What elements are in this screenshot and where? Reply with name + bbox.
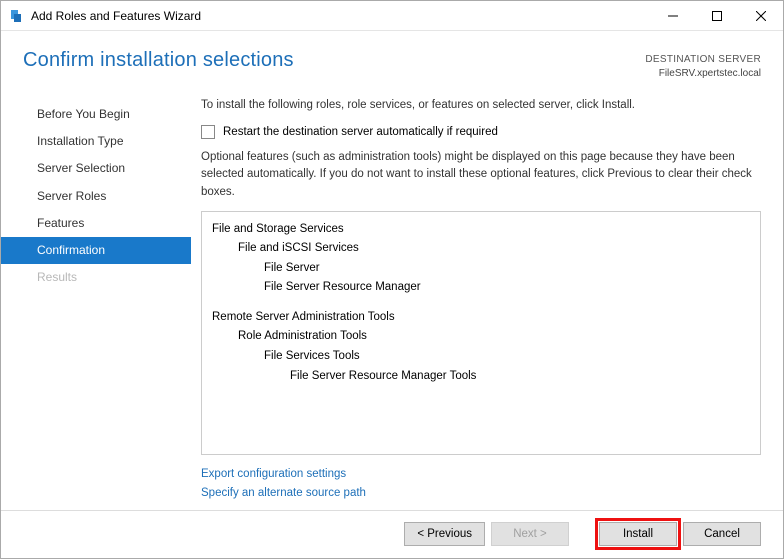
next-button: Next > xyxy=(491,522,569,546)
close-button[interactable] xyxy=(739,1,783,31)
feature-list: File and Storage ServicesFile and iSCSI … xyxy=(201,211,761,455)
install-button[interactable]: Install xyxy=(599,522,677,546)
nav-item-server-selection[interactable]: Server Selection xyxy=(1,155,191,182)
restart-checkbox-label: Restart the destination server automatic… xyxy=(223,126,498,138)
nav-item-before-you-begin[interactable]: Before You Begin xyxy=(1,101,191,128)
feature-item: File Server Resource Manager Tools xyxy=(212,367,750,387)
nav-item-server-roles[interactable]: Server Roles xyxy=(1,183,191,210)
window-title: Add Roles and Features Wizard xyxy=(31,9,201,23)
feature-item: Remote Server Administration Tools xyxy=(212,308,750,328)
feature-item: File Server xyxy=(212,259,750,279)
footer: < Previous Next > Install Cancel xyxy=(1,510,783,558)
feature-item: File Server Resource Manager xyxy=(212,278,750,298)
nav-item-features[interactable]: Features xyxy=(1,210,191,237)
export-link[interactable]: Export configuration settings xyxy=(201,465,761,483)
nav-item-installation-type[interactable]: Installation Type xyxy=(1,128,191,155)
destination-name: FileSRV.xpertstec.local xyxy=(645,67,761,81)
header: Confirm installation selections DESTINAT… xyxy=(1,31,783,93)
links: Export configuration settings Specify an… xyxy=(201,455,761,506)
destination-label: DESTINATION SERVER xyxy=(645,53,761,67)
feature-item: File Services Tools xyxy=(212,347,750,367)
app-icon xyxy=(9,8,25,24)
intro-text: To install the following roles, role ser… xyxy=(201,99,761,111)
optional-note: Optional features (such as administratio… xyxy=(201,149,761,201)
content: To install the following roles, role ser… xyxy=(191,93,783,510)
source-path-link[interactable]: Specify an alternate source path xyxy=(201,484,761,502)
maximize-button[interactable] xyxy=(695,1,739,31)
cancel-button[interactable]: Cancel xyxy=(683,522,761,546)
nav-item-confirmation[interactable]: Confirmation xyxy=(1,237,191,264)
body: Before You BeginInstallation TypeServer … xyxy=(1,93,783,510)
feature-item: Role Administration Tools xyxy=(212,327,750,347)
feature-item: File and iSCSI Services xyxy=(212,239,750,259)
page-title: Confirm installation selections xyxy=(23,49,294,72)
nav-item-results: Results xyxy=(1,264,191,291)
checkbox-icon xyxy=(201,125,215,139)
previous-button[interactable]: < Previous xyxy=(404,522,485,546)
feature-item: File and Storage Services xyxy=(212,220,750,240)
minimize-button[interactable] xyxy=(651,1,695,31)
destination-block: DESTINATION SERVER FileSRV.xpertstec.loc… xyxy=(645,49,761,81)
sidebar: Before You BeginInstallation TypeServer … xyxy=(1,93,191,510)
titlebar: Add Roles and Features Wizard xyxy=(1,1,783,31)
restart-checkbox[interactable]: Restart the destination server automatic… xyxy=(201,125,761,139)
